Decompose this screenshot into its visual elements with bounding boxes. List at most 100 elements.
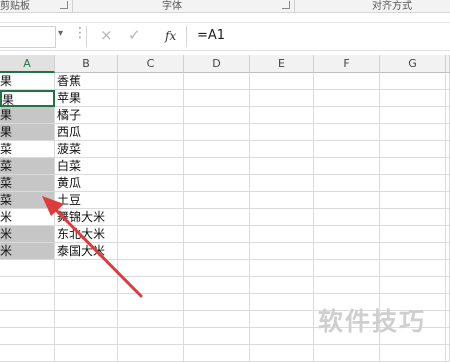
cell-empty[interactable] — [118, 209, 184, 226]
cell-empty[interactable] — [446, 73, 450, 90]
insert-function-icon[interactable]: fx — [165, 29, 176, 43]
cell-empty[interactable] — [118, 311, 184, 328]
column-header-partial[interactable] — [446, 55, 450, 73]
cell-empty[interactable] — [446, 124, 450, 141]
cell-a[interactable] — [0, 277, 55, 294]
cell-b[interactable] — [55, 294, 118, 311]
cell-empty[interactable] — [184, 73, 250, 90]
cell-empty[interactable] — [446, 107, 450, 124]
cell-b[interactable]: 黄瓜 — [55, 175, 118, 192]
cell-empty[interactable] — [380, 345, 446, 362]
cell-empty[interactable] — [184, 294, 250, 311]
cell-empty[interactable] — [118, 124, 184, 141]
cell-empty[interactable] — [250, 141, 314, 158]
cell-a[interactable]: 大米 — [0, 226, 55, 243]
cell-empty[interactable] — [314, 277, 380, 294]
cell-b[interactable] — [55, 311, 118, 328]
cell-empty[interactable] — [118, 260, 184, 277]
cell-a[interactable] — [0, 328, 55, 345]
cell-empty[interactable] — [446, 277, 450, 294]
cell-a[interactable]: 蔬菜 — [0, 175, 55, 192]
cell-empty[interactable] — [184, 175, 250, 192]
column-header-a[interactable]: A — [0, 55, 55, 73]
cell-empty[interactable] — [446, 158, 450, 175]
cell-a[interactable] — [0, 345, 55, 362]
cell-b[interactable] — [55, 328, 118, 345]
cell-empty[interactable] — [446, 294, 450, 311]
cell-a[interactable]: 蔬菜 — [0, 192, 55, 209]
cell-empty[interactable] — [250, 311, 314, 328]
cell-empty[interactable] — [380, 107, 446, 124]
column-header-e[interactable]: E — [250, 55, 314, 73]
cell-empty[interactable] — [314, 90, 380, 107]
cell-empty[interactable] — [380, 158, 446, 175]
cell-a[interactable]: 水果 — [0, 73, 55, 90]
cell-empty[interactable] — [118, 158, 184, 175]
cell-b[interactable]: 香蕉 — [55, 73, 118, 90]
cell-empty[interactable] — [184, 311, 250, 328]
cell-b[interactable]: 西瓜 — [55, 124, 118, 141]
column-header-c[interactable]: C — [118, 55, 184, 73]
cell-empty[interactable] — [184, 192, 250, 209]
cell-empty[interactable] — [118, 277, 184, 294]
cell-empty[interactable] — [118, 294, 184, 311]
cell-empty[interactable] — [184, 124, 250, 141]
cell-b[interactable]: 橘子 — [55, 107, 118, 124]
cell-empty[interactable] — [184, 243, 250, 260]
cell-a[interactable]: 水果 — [0, 107, 55, 124]
cell-empty[interactable] — [446, 175, 450, 192]
clipboard-launcher-icon[interactable] — [60, 1, 68, 9]
cell-empty[interactable] — [446, 243, 450, 260]
cell-empty[interactable] — [314, 192, 380, 209]
cell-empty[interactable] — [184, 90, 250, 107]
cell-b[interactable]: 菠菜 — [55, 141, 118, 158]
cell-empty[interactable] — [314, 345, 380, 362]
cell-empty[interactable] — [380, 90, 446, 107]
cell-b[interactable]: 泰国大米 — [55, 243, 118, 260]
cell-empty[interactable] — [250, 124, 314, 141]
cell-empty[interactable] — [118, 345, 184, 362]
cell-a[interactable]: 蔬菜 — [0, 141, 55, 158]
cell-empty[interactable] — [314, 141, 380, 158]
cell-empty[interactable] — [118, 328, 184, 345]
cell-empty[interactable] — [184, 226, 250, 243]
cell-empty[interactable] — [250, 294, 314, 311]
cell-b[interactable]: 白菜 — [55, 158, 118, 175]
cell-empty[interactable] — [380, 209, 446, 226]
cell-a[interactable]: 大米 — [0, 209, 55, 226]
cell-empty[interactable] — [314, 260, 380, 277]
cell-empty[interactable] — [446, 260, 450, 277]
cell-b[interactable]: 苹果 — [55, 90, 118, 107]
cell-empty[interactable] — [380, 277, 446, 294]
cell-empty[interactable] — [314, 175, 380, 192]
cell-empty[interactable] — [250, 73, 314, 90]
cell-b[interactable] — [55, 345, 118, 362]
cell-empty[interactable] — [250, 345, 314, 362]
formula-input[interactable]: =A1 — [197, 28, 225, 43]
cell-empty[interactable] — [250, 107, 314, 124]
font-launcher-icon[interactable] — [282, 1, 290, 9]
cell-empty[interactable] — [380, 260, 446, 277]
column-header-b[interactable]: B — [55, 55, 118, 73]
name-box[interactable] — [0, 26, 56, 48]
cell-empty[interactable] — [250, 260, 314, 277]
cell-empty[interactable] — [118, 243, 184, 260]
cell-empty[interactable] — [380, 226, 446, 243]
cell-empty[interactable] — [314, 124, 380, 141]
cell-b[interactable] — [55, 277, 118, 294]
cell-empty[interactable] — [446, 345, 450, 362]
cell-empty[interactable] — [380, 124, 446, 141]
cell-empty[interactable] — [380, 73, 446, 90]
cell-empty[interactable] — [118, 90, 184, 107]
cell-empty[interactable] — [184, 209, 250, 226]
formula-bar-grip-icon[interactable]: ⋮ — [73, 25, 87, 41]
cell-empty[interactable] — [446, 141, 450, 158]
cell-empty[interactable] — [184, 328, 250, 345]
cell-empty[interactable] — [184, 158, 250, 175]
cell-b[interactable]: 舞锦大米 — [55, 209, 118, 226]
cell-a[interactable]: 蔬菜 — [0, 158, 55, 175]
cell-a[interactable] — [0, 260, 55, 277]
column-header-f[interactable]: F — [314, 55, 380, 73]
cell-b[interactable]: 东北大米 — [55, 226, 118, 243]
cell-empty[interactable] — [446, 226, 450, 243]
